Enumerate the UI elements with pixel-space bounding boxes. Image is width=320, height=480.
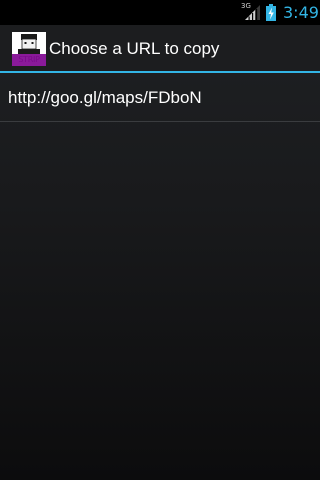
status-clock: 3:49 [283, 3, 319, 22]
list-divider [0, 121, 320, 122]
app-logo-text: STRIP [18, 55, 40, 64]
url-list-item[interactable]: http://goo.gl/maps/FDboN [0, 73, 320, 121]
battery-charging-icon [266, 4, 276, 21]
url-text: http://goo.gl/maps/FDboN [8, 88, 202, 107]
status-bar: 3G 3:49 [0, 0, 320, 25]
signal-strength-icon [245, 5, 260, 20]
page-title: Choose a URL to copy [49, 39, 220, 58]
screen: 3G 3:49 STRIP Choose a URL to copy http:… [0, 0, 320, 480]
